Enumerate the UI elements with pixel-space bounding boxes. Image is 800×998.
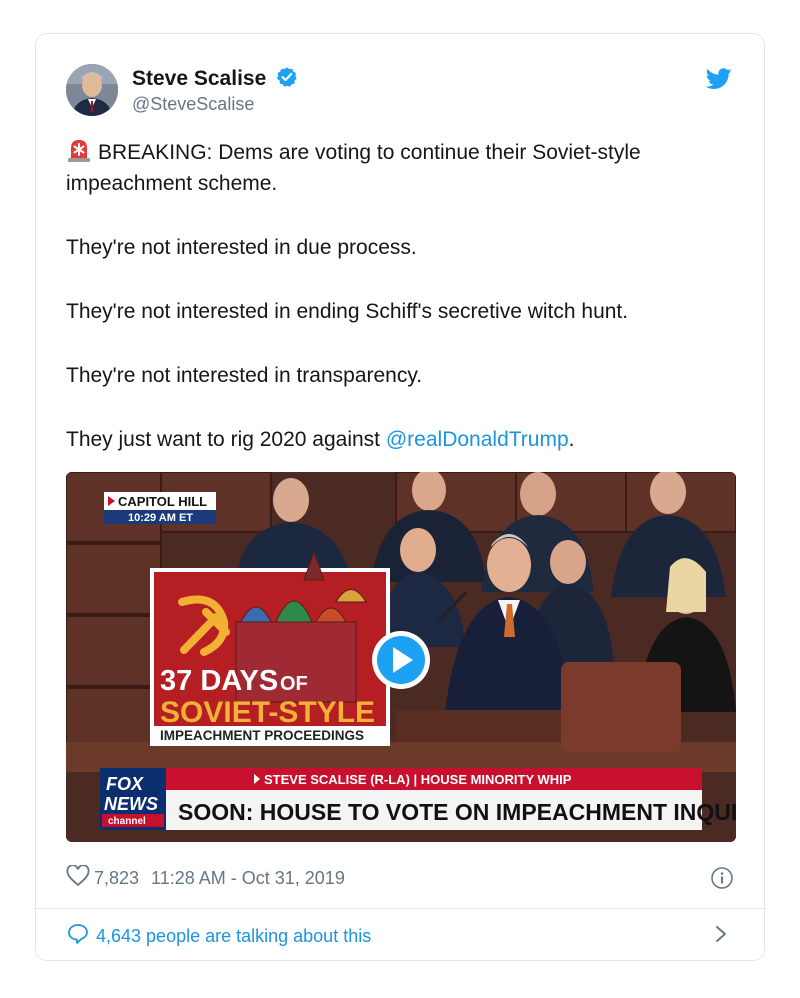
- conversation-link[interactable]: 4,643 people are talking about this: [66, 922, 371, 951]
- video-player[interactable]: 37 DAYS OF SOVIET-STYLE IMPEACHMENT PROC…: [66, 472, 736, 842]
- lower-third: STEVE SCALISE (R-LA) | HOUSE MINORITY WH…: [100, 768, 736, 830]
- impeachment-sign: 37 DAYS OF SOVIET-STYLE IMPEACHMENT PROC…: [150, 550, 390, 746]
- author-name-text[interactable]: Steve Scalise: [132, 67, 266, 90]
- mention-suffix: .: [568, 428, 575, 451]
- network-logo-news: NEWS: [104, 794, 158, 814]
- location-label: CAPITOL HILL: [118, 494, 207, 509]
- network-logo-fox: FOX: [106, 774, 144, 794]
- tweet-paragraph: BREAKING: Dems are voting to continue th…: [66, 137, 746, 199]
- tweet-paragraph: They're not interested in due process.: [66, 236, 417, 259]
- tweet-paragraph-text: BREAKING: Dems are voting to continue th…: [66, 141, 641, 195]
- speech-bubble-icon: [66, 922, 96, 951]
- sign-soviet-style: SOVIET-STYLE: [160, 696, 375, 729]
- tweet-paragraph-text: They just want to rig 2020 against: [66, 428, 386, 451]
- info-icon[interactable]: [710, 866, 734, 895]
- tweet-paragraph: They're not interested in ending Schiff'…: [66, 300, 629, 323]
- location-bug: CAPITOL HILL 10:29 AM ET: [104, 492, 216, 524]
- author-handle[interactable]: @SteveScalise: [132, 94, 254, 115]
- network-logo-channel: channel: [108, 816, 146, 827]
- lower-third-headline: SOON: HOUSE TO VOTE ON IMPEACHMENT INQUI…: [178, 799, 736, 825]
- heart-icon[interactable]: [66, 863, 90, 892]
- author-name[interactable]: Steve Scalise: [132, 66, 298, 94]
- chevron-right-icon[interactable]: [714, 924, 728, 949]
- twitter-bird-icon[interactable]: [705, 68, 732, 95]
- tweet-timestamp[interactable]: 11:28 AM - Oct 31, 2019: [151, 868, 345, 889]
- sign-days-number: 37 DAYS: [160, 665, 278, 697]
- conversation-text[interactable]: 4,643 people are talking about this: [96, 926, 371, 947]
- divider: [36, 908, 764, 909]
- sign-impeachment-proceedings: IMPEACHMENT PROCEEDINGS: [160, 728, 364, 743]
- sign-days-word: OF: [280, 673, 308, 695]
- tweet-card: Steve Scalise @SteveScalise BREAKING: De…: [35, 33, 765, 961]
- play-icon[interactable]: [372, 631, 430, 689]
- rotating-light-icon: [66, 137, 92, 163]
- like-count[interactable]: 7,823: [94, 868, 139, 889]
- tweet-paragraph: They just want to rig 2020 against @real…: [66, 424, 746, 455]
- tweet-text: BREAKING: Dems are voting to continue th…: [66, 137, 746, 488]
- verified-badge-icon: [276, 66, 298, 94]
- location-time: 10:29 AM ET: [128, 512, 193, 524]
- tweet-meta: 7,823 11:28 AM - Oct 31, 2019: [66, 863, 345, 892]
- tweet-paragraph: They're not interested in transparency.: [66, 364, 423, 387]
- author-avatar[interactable]: [66, 64, 118, 116]
- mention-link[interactable]: @realDonaldTrump: [386, 428, 569, 451]
- lower-third-top: STEVE SCALISE (R-LA) | HOUSE MINORITY WH…: [264, 772, 572, 787]
